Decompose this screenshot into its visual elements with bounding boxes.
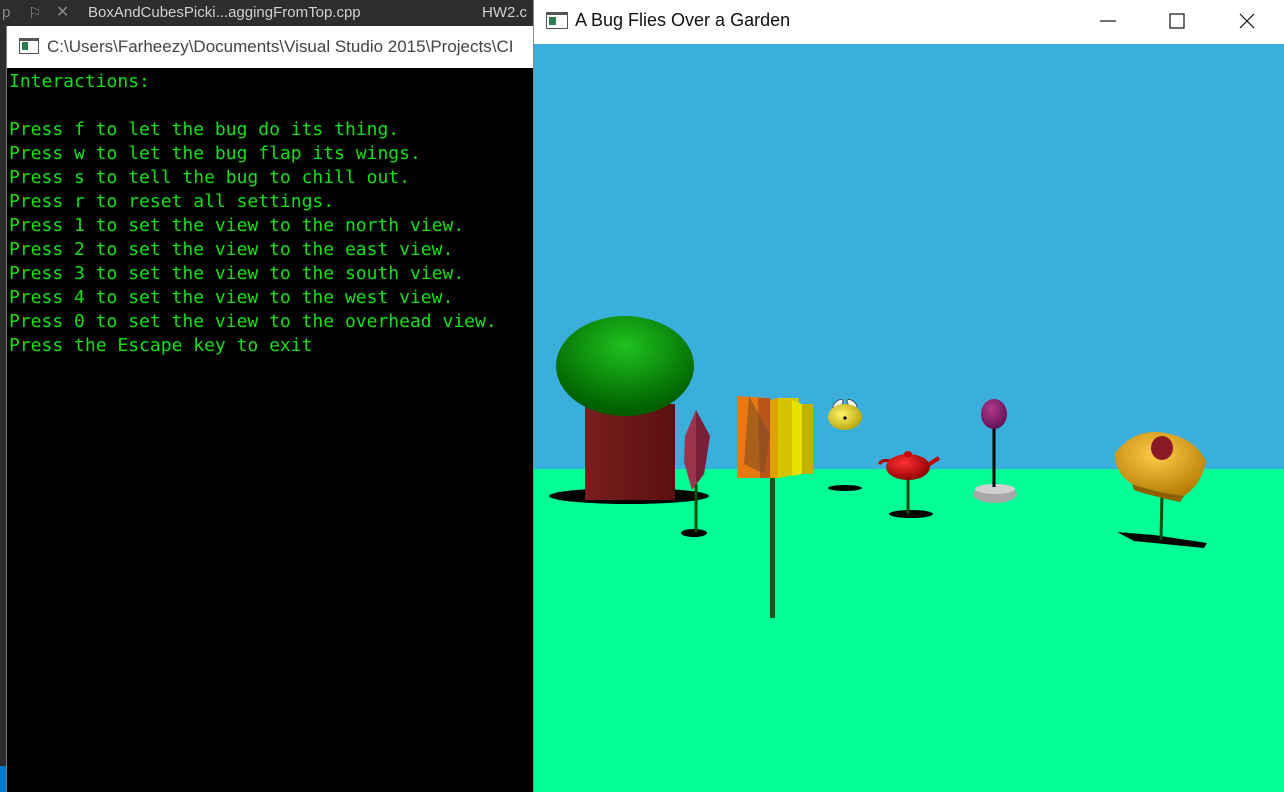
console-line: Press 3 to set the view to the south vie…: [9, 263, 465, 284]
leaf-plant-shadow: [681, 529, 707, 537]
teapot-shadow: [889, 510, 933, 518]
console-line: Press r to reset all settings.: [9, 191, 335, 212]
yellow-flower-stem: [1159, 491, 1164, 541]
console-window: C:\Users\Farheezy\Documents\Visual Studi…: [6, 26, 533, 792]
box-post: [770, 474, 775, 618]
minimize-icon: [1100, 20, 1116, 22]
teapot-body: [886, 454, 930, 480]
ide-status-accent: [0, 766, 6, 792]
teapot-lid: [904, 451, 912, 457]
garden-scene-viewport[interactable]: [534, 44, 1284, 792]
minimize-button[interactable]: [1085, 0, 1131, 44]
console-app-icon: [19, 38, 39, 54]
console-line: Press s to tell the bug to chill out.: [9, 167, 410, 188]
garden-app-icon: [546, 12, 568, 29]
close-icon: [1239, 13, 1255, 29]
console-line: Press f to let the bug do its thing.: [9, 119, 400, 140]
ide-tab-strip: p ⚐ ✕ BoxAndCubesPicki...aggingFromTop.c…: [0, 0, 540, 26]
bug-eye: [843, 416, 847, 420]
ide-tab-hw2[interactable]: HW2.c: [482, 4, 527, 21]
garden-window: A Bug Flies Over a Garden: [533, 0, 1284, 792]
console-output[interactable]: Interactions: Press f to let the bug do …: [7, 68, 533, 792]
garden-titlebar[interactable]: A Bug Flies Over a Garden: [534, 0, 1284, 44]
console-line: Press the Escape key to exit: [9, 335, 313, 356]
maximize-button[interactable]: [1154, 0, 1200, 44]
yellow-flower-center: [1151, 436, 1173, 460]
pin-icon[interactable]: ⚐: [28, 4, 41, 22]
close-button[interactable]: [1224, 0, 1270, 44]
console-title: C:\Users\Farheezy\Documents\Visual Studi…: [47, 37, 514, 56]
console-line: Press 1 to set the view to the north vie…: [9, 215, 465, 236]
ball-flower-head: [981, 399, 1007, 429]
console-line: Press 0 to set the view to the overhead …: [9, 311, 497, 332]
console-line: Press 2 to set the view to the east view…: [9, 239, 454, 260]
bug-shadow: [828, 485, 862, 491]
garden-window-title: A Bug Flies Over a Garden: [575, 10, 791, 30]
tree-trunk: [585, 404, 675, 500]
tab-close-icon[interactable]: ✕: [56, 2, 69, 21]
ide-tab-partial[interactable]: p: [2, 4, 10, 21]
console-titlebar[interactable]: C:\Users\Farheezy\Documents\Visual Studi…: [7, 26, 533, 68]
console-line: Press w to let the bug flap its wings.: [9, 143, 421, 164]
ide-tab-file[interactable]: BoxAndCubesPicki...aggingFromTop.cpp: [88, 4, 361, 21]
maximize-icon: [1169, 13, 1185, 29]
console-line: Press 4 to set the view to the west view…: [9, 287, 454, 308]
tree-canopy: [556, 316, 694, 416]
console-line: Interactions:: [9, 71, 150, 92]
